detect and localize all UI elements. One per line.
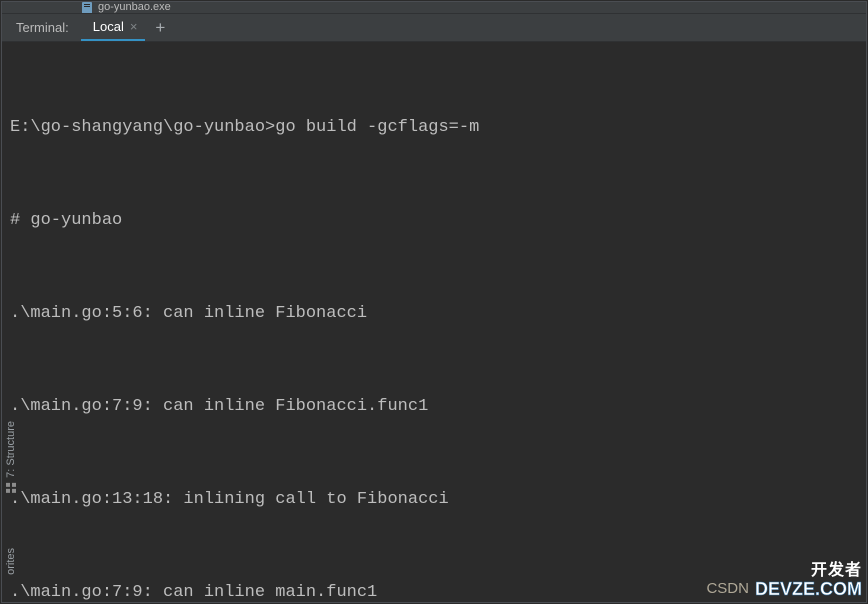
terminal-line: # go-yunbao: [10, 205, 858, 236]
sidebar-item-structure[interactable]: 7: Structure: [5, 421, 17, 494]
terminal-tab-local[interactable]: Local ×: [81, 14, 146, 41]
terminal-line: .\main.go:7:9: can inline Fibonacci.func…: [10, 391, 858, 422]
sidebar-item-favorites[interactable]: orites: [5, 548, 17, 575]
left-tool-strip: 7: Structure orites: [0, 421, 22, 575]
terminal-tabbar: Terminal: Local × +: [2, 14, 866, 42]
terminal-line: .\main.go:5:6: can inline Fibonacci: [10, 298, 858, 329]
terminal-tab-label: Local: [93, 19, 124, 34]
watermark-devze-en: DEVZE.COM: [755, 580, 862, 599]
terminal-line: .\main.go:13:18: inlining call to Fibona…: [10, 484, 858, 515]
watermark-devze: 开发者 DEVZE.COM: [755, 563, 862, 599]
terminal-panel-label: Terminal:: [2, 14, 81, 41]
watermark-csdn: CSDN: [706, 580, 749, 597]
plus-icon: +: [155, 18, 165, 38]
terminal-line: E:\go-shangyang\go-yunbao>go build -gcfl…: [10, 112, 858, 143]
watermark-devze-cn: 开发者: [755, 563, 862, 580]
close-icon[interactable]: ×: [130, 20, 138, 33]
editor-tab-filename: go-yunbao.exe: [98, 2, 171, 13]
file-icon: [80, 2, 94, 13]
sidebar-item-label: 7: Structure: [5, 421, 17, 478]
new-terminal-tab-button[interactable]: +: [145, 14, 175, 41]
terminal-output[interactable]: E:\go-shangyang\go-yunbao>go build -gcfl…: [2, 42, 866, 602]
editor-tab-fragment: go-yunbao.exe: [2, 2, 866, 14]
watermark: CSDN 开发者 DEVZE.COM: [706, 563, 862, 599]
structure-icon: [5, 482, 17, 494]
sidebar-item-label: orites: [5, 548, 17, 575]
